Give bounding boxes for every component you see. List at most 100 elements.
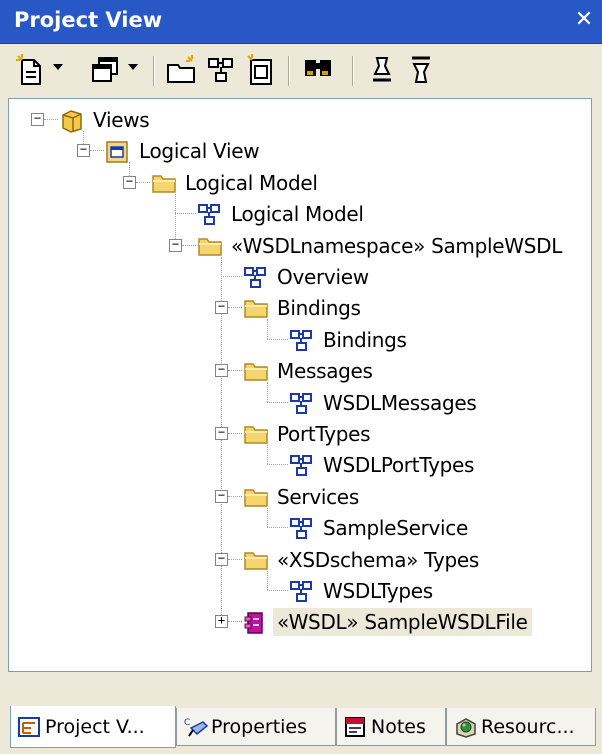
toolbar-separator — [288, 56, 290, 86]
tree-connector — [228, 370, 242, 372]
tree-item-label: WSDLMessages — [323, 390, 477, 415]
move-up-icon — [373, 57, 391, 82]
toolbar-separator — [352, 56, 354, 86]
new-document-button[interactable] — [14, 44, 48, 96]
tree-item-diagram[interactable]: WSDLTypes — [289, 576, 437, 606]
windows-dropdown[interactable] — [128, 64, 138, 70]
tree-item-label: Views — [93, 108, 150, 132]
toolbar — [0, 44, 602, 96]
move-down-icon — [412, 56, 430, 83]
collapse-toggle[interactable]: − — [215, 489, 228, 503]
tree-item[interactable]: Messages — [243, 356, 377, 386]
collapse-toggle[interactable]: − — [215, 552, 228, 566]
windows-icon — [92, 57, 118, 82]
tree-item-diagram[interactable]: WSDLMessages — [289, 388, 481, 418]
tree-connector — [182, 244, 196, 246]
tree-item-label: SampleService — [323, 516, 469, 541]
tree-item[interactable]: «XSDschema» Types — [243, 545, 483, 575]
tree-item[interactable]: Logical Model — [151, 168, 322, 198]
collapse-toggle[interactable]: − — [31, 112, 44, 126]
find-button[interactable] — [300, 44, 338, 96]
tab-resources[interactable]: Resourc... — [446, 708, 596, 746]
tree-item[interactable]: PortTypes — [243, 419, 374, 449]
tree-connector — [136, 181, 150, 183]
title-bar: Project View ✕ — [0, 0, 602, 44]
tree-item[interactable]: Services — [243, 482, 363, 512]
tree-item-diagram[interactable]: Bindings — [289, 325, 411, 355]
collapse-toggle[interactable]: − — [123, 175, 136, 189]
tab-label: Resourc... — [481, 715, 575, 738]
tree-connector — [228, 495, 242, 497]
tree-connector — [267, 401, 288, 403]
tree-item-diagram[interactable]: Overview — [243, 262, 373, 292]
collapse-toggle[interactable]: − — [77, 143, 90, 158]
logical-view-icon — [105, 140, 131, 164]
tree-connector — [267, 527, 288, 529]
tree-connector — [228, 558, 242, 560]
tree-connector — [228, 621, 242, 623]
new-document-dropdown[interactable] — [53, 64, 63, 70]
tree-item[interactable]: Views — [59, 105, 153, 135]
new-package-icon — [167, 55, 195, 83]
tree-item[interactable]: Bindings — [243, 293, 365, 323]
collapse-toggle[interactable]: − — [215, 363, 228, 378]
new-diagram-button[interactable] — [204, 44, 238, 96]
tree-connector — [267, 338, 288, 340]
windows-button[interactable] — [88, 44, 122, 96]
tree-item[interactable]: Logical View — [105, 136, 263, 166]
tree-connector — [267, 464, 288, 466]
tree-item-label: PortTypes — [277, 422, 371, 446]
tree-item-label: Bindings — [277, 296, 361, 321]
tab-project-view[interactable]: Project V... — [10, 706, 176, 748]
tree-connector — [228, 307, 242, 309]
tree-item-diagram[interactable]: WSDLPortTypes — [289, 450, 478, 480]
project-tree[interactable]: Views − Logical View − Logical Model − Logical… — [8, 98, 592, 672]
tab-notes[interactable]: Notes — [336, 708, 446, 746]
new-package-button[interactable] — [165, 44, 199, 96]
tree-connector — [228, 433, 242, 434]
close-button[interactable]: ✕ — [572, 6, 596, 34]
tree-connector — [221, 276, 242, 277]
diagram-icon — [289, 454, 315, 477]
tree-item-diagram[interactable]: SampleService — [289, 513, 472, 543]
folder-icon — [243, 486, 269, 508]
diagram-icon — [289, 329, 315, 351]
toolbar-separator — [153, 56, 155, 86]
tree-item[interactable]: «WSDL» SampleWSDLFile — [243, 607, 532, 637]
diagram-icon — [289, 580, 315, 602]
collapse-toggle[interactable]: − — [215, 426, 228, 440]
expand-toggle[interactable]: + — [215, 614, 228, 629]
tree-item-label: WSDLTypes — [323, 579, 433, 603]
tree-item-label: Overview — [277, 265, 369, 289]
tab-bar: Project V... C Properties Notes Resourc... — [0, 674, 602, 754]
diagram-icon — [289, 517, 315, 540]
collapse-toggle[interactable]: − — [215, 300, 228, 315]
wsdl-file-icon — [243, 611, 269, 635]
find-icon — [305, 60, 331, 76]
move-up-button[interactable] — [365, 44, 399, 96]
tree-item-label: Logical View — [139, 139, 260, 164]
project-view-window: Project View ✕ Views − Logical View − Lo… — [0, 0, 602, 754]
folder-icon — [243, 423, 269, 445]
tree-item-label: Bindings — [323, 327, 407, 352]
tab-label: Properties — [211, 715, 308, 738]
tree-item-label: Services — [277, 484, 359, 509]
views-package-icon — [59, 109, 85, 133]
tab-properties[interactable]: C Properties — [176, 708, 336, 746]
notes-icon — [343, 716, 367, 738]
collapse-toggle[interactable]: − — [169, 238, 182, 252]
tree-item[interactable]: «WSDLnamespace» SampleWSDL — [197, 231, 566, 261]
folder-icon — [197, 235, 223, 257]
tree-connector — [44, 119, 58, 120]
folder-icon — [243, 360, 269, 382]
diagram-icon — [289, 392, 315, 414]
tree-item-label: «WSDL» SampleWSDLFile — [273, 608, 532, 637]
move-down-button[interactable] — [404, 44, 438, 96]
new-document-icon — [16, 54, 41, 85]
new-diagram-icon — [208, 58, 233, 82]
tree-item-diagram[interactable]: Logical Model — [197, 199, 368, 229]
new-element-icon — [247, 54, 272, 85]
tree-item-label: Logical Model — [185, 170, 318, 195]
new-element-button[interactable] — [244, 44, 278, 96]
tree-item-label: «WSDLnamespace» SampleWSDL — [231, 233, 563, 258]
